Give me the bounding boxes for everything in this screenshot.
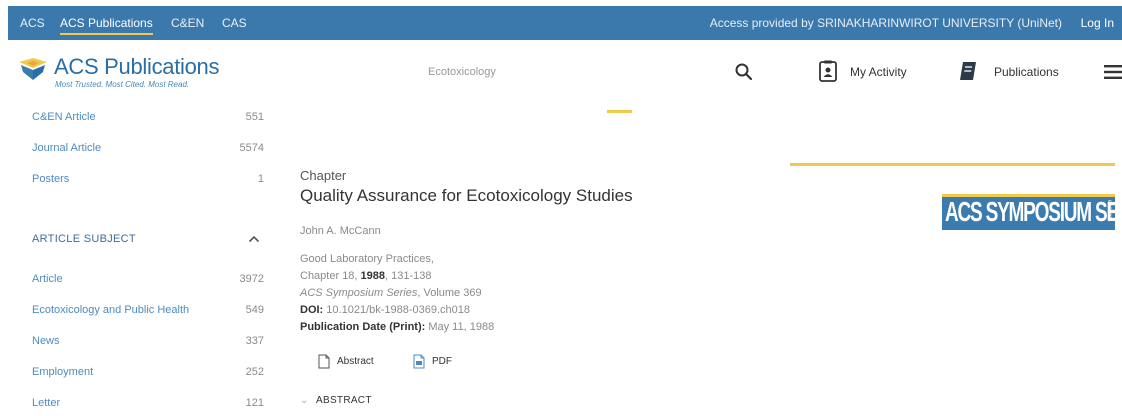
pdf-icon	[413, 354, 425, 369]
logo-tagline: Most Trusted. Most Cited. Most Read.	[55, 80, 190, 89]
facet-item-ecotoxicology-public-health[interactable]: Ecotoxicology and Public Health 549	[32, 301, 264, 323]
chapter-title[interactable]: Quality Assurance for Ecotoxicology Stud…	[300, 186, 633, 206]
decorative-accent-dash	[607, 110, 632, 113]
facet-group-heading: ARTICLE SUBJECT	[32, 233, 136, 245]
publications-link[interactable]: Publications	[994, 65, 1059, 79]
doi-line: DOI: 10.1021/bk-1988-0369.ch018	[300, 304, 470, 316]
facet-item-article[interactable]: Article 3972	[32, 270, 264, 292]
pdf-button-label: PDF	[432, 356, 452, 367]
book-title[interactable]: Good Laboratory Practices,	[300, 253, 434, 265]
network-link-acs-publications[interactable]: ACS Publications	[60, 6, 153, 40]
facet-item-journal-article[interactable]: Journal Article 5574	[32, 139, 264, 161]
facet-count: 3972	[239, 273, 264, 285]
publications-icon[interactable]	[958, 60, 978, 82]
acs-logo-icon[interactable]	[19, 56, 47, 80]
search-icon[interactable]	[734, 62, 754, 82]
doi-label: DOI:	[300, 304, 324, 316]
page-range: , 131-138	[385, 270, 432, 282]
facet-group-article-subject[interactable]: ARTICLE SUBJECT	[32, 230, 264, 250]
network-link-cen[interactable]: C&EN	[171, 6, 204, 40]
publication-date: May 11, 1988	[428, 321, 495, 333]
facet-item-cen-article[interactable]: C&EN Article 551	[32, 108, 264, 130]
institution-access-text: Access provided by SRINAKHARINWIROT UNIV…	[709, 16, 1062, 30]
logo-text[interactable]: ACS Publications	[54, 54, 219, 80]
facet-item-employment[interactable]: Employment 252	[32, 363, 264, 385]
abstract-section-toggle[interactable]: ⌄ ABSTRACT	[300, 395, 372, 406]
content-type-label: Chapter	[300, 168, 347, 183]
facet-label: C&EN Article	[32, 111, 96, 123]
chapter-number: Chapter 18,	[300, 270, 358, 282]
book-title-text: Good Laboratory Practices,	[300, 253, 434, 265]
facet-label: Article	[32, 273, 63, 285]
badge-accent-line	[942, 194, 1115, 197]
chevron-up-icon[interactable]	[248, 234, 260, 244]
menu-icon[interactable]	[1104, 64, 1122, 80]
publication-year: 1988	[360, 270, 386, 282]
facet-label: Letter	[32, 397, 61, 409]
chevron-down-icon: ⌄	[300, 395, 309, 406]
facet-count: 549	[245, 304, 264, 316]
facet-item-posters[interactable]: Posters 1	[32, 170, 264, 192]
series-volume: , Volume 369	[417, 287, 482, 299]
network-link-acs[interactable]: ACS	[20, 6, 45, 40]
facet-label: Journal Article	[32, 142, 102, 154]
doi-link[interactable]: 10.1021/bk-1988-0369.ch018	[326, 304, 470, 316]
abstract-button-label: Abstract	[337, 356, 374, 367]
my-activity-link[interactable]: My Activity	[850, 65, 907, 79]
document-icon	[318, 354, 330, 369]
facet-label: Ecotoxicology and Public Health	[32, 304, 190, 316]
series-badge-side-text: ebooks	[1106, 200, 1112, 220]
facet-item-news[interactable]: News 337	[32, 332, 264, 354]
publication-date-label: Publication Date (Print):	[300, 321, 426, 333]
login-link[interactable]: Log In	[1081, 6, 1114, 40]
network-link-cas[interactable]: CAS	[222, 6, 247, 40]
network-link-label: ACS Publications	[60, 16, 153, 30]
facet-label: Employment	[32, 366, 94, 378]
facet-item-letter[interactable]: Letter 121	[32, 394, 264, 416]
facet-count: 121	[245, 397, 264, 409]
series-badge-text: ACS SYMPOSIUM SERIES	[945, 198, 1115, 229]
facet-count: 252	[245, 366, 264, 378]
series-citation: ACS Symposium Series, Volume 369	[300, 287, 482, 299]
chapter-citation: Chapter 18, 1988, 131-138	[300, 270, 432, 282]
facet-count: 551	[245, 111, 264, 123]
facet-label: Posters	[32, 173, 70, 185]
decorative-accent-rule	[790, 163, 1115, 166]
abstract-section-heading: ABSTRACT	[316, 395, 372, 406]
search-query[interactable]: Ecotoxicology	[428, 66, 496, 78]
acs-symposium-series-badge[interactable]: ACS SYMPOSIUM SERIES ebooks	[942, 194, 1115, 230]
publication-date-line: Publication Date (Print): May 11, 1988	[300, 321, 494, 333]
search-facets-sidebar: C&EN Article 551 Journal Article 5574 Po…	[8, 108, 270, 416]
network-bar: ACS ACS Publications C&EN CAS Access pro…	[8, 6, 1122, 40]
facet-count: 5574	[239, 142, 264, 154]
facet-label: News	[32, 335, 60, 347]
series-name[interactable]: ACS Symposium Series	[300, 287, 417, 299]
facet-count: 1	[257, 173, 264, 185]
facet-count: 337	[245, 335, 264, 347]
active-network-underline	[60, 33, 153, 35]
author-name[interactable]: John A. McCann	[300, 225, 381, 237]
my-activity-icon[interactable]	[818, 60, 838, 82]
site-header: ACS Publications Most Trusted. Most Cite…	[8, 40, 1122, 108]
